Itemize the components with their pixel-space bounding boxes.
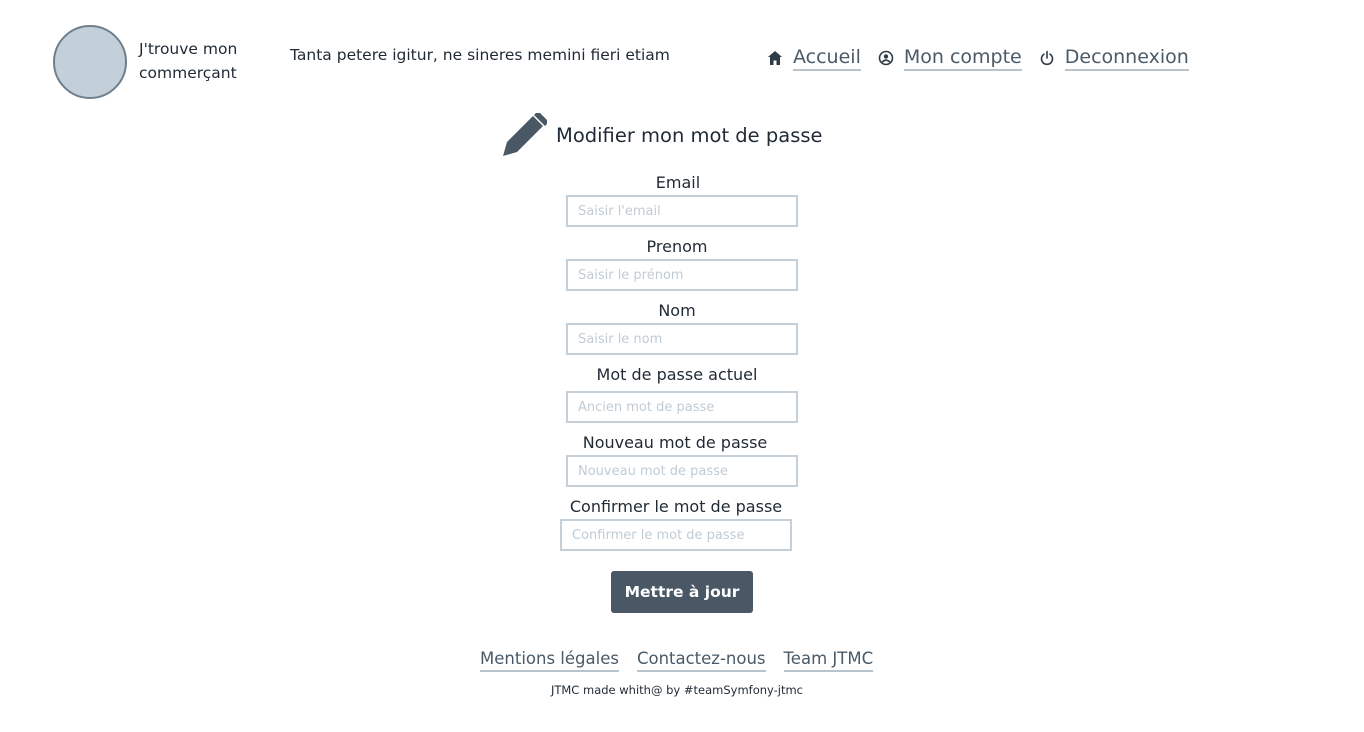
update-button[interactable]: Mettre à jour	[611, 571, 753, 613]
email-input[interactable]	[566, 195, 798, 227]
current-password-label: Mot de passe actuel	[596, 365, 758, 384]
confirm-password-field-group: Confirmer le mot de passe	[526, 496, 826, 551]
brand-name: J'trouve mon commerçant	[139, 40, 238, 82]
pencil-icon	[503, 113, 547, 156]
email-label: Email	[655, 173, 701, 192]
nom-field-group: Nom	[527, 300, 827, 355]
footer-credits: JTMC made whith@ by #teamSymfony-jtmc	[550, 683, 804, 697]
prenom-input[interactable]	[566, 259, 798, 291]
confirm-password-input[interactable]	[560, 519, 792, 551]
home-icon	[766, 49, 784, 67]
current-password-input[interactable]	[566, 391, 798, 423]
new-password-field-group: Nouveau mot de passe	[525, 432, 825, 487]
user-circle-icon	[877, 49, 895, 67]
logo[interactable]	[53, 25, 127, 99]
new-password-label: Nouveau mot de passe	[582, 433, 768, 452]
footer-link-contact[interactable]: Contactez-nous	[636, 648, 766, 672]
footer-link-team[interactable]: Team JTMC	[783, 648, 874, 672]
confirm-password-label: Confirmer le mot de passe	[569, 497, 783, 516]
nav-mon-compte[interactable]: Mon compte	[877, 45, 1022, 71]
page: J'trouve mon commerçant Tanta petere igi…	[0, 0, 1364, 732]
site-header: J'trouve mon commerçant Tanta petere igi…	[0, 0, 1364, 110]
form-title: Modifier mon mot de passe	[556, 123, 823, 147]
nav-deconnexion[interactable]: Deconnexion	[1038, 45, 1189, 71]
nom-input[interactable]	[566, 323, 798, 355]
tagline: Tanta petere igitur, ne sineres memini f…	[290, 46, 670, 64]
nav-accueil[interactable]: Accueil	[766, 45, 861, 71]
prenom-field-group: Prenom	[527, 236, 827, 291]
power-icon	[1038, 49, 1056, 67]
nav-accueil-label: Accueil	[793, 45, 861, 71]
prenom-label: Prenom	[646, 237, 708, 256]
nom-label: Nom	[658, 301, 696, 320]
nav-deconnexion-label: Deconnexion	[1064, 45, 1189, 71]
new-password-input[interactable]	[566, 455, 798, 487]
main-nav: Accueil Mon compte Deconnexion	[766, 44, 1189, 72]
form-heading: Modifier mon mot de passe	[502, 112, 823, 158]
current-password-field-group: Mot de passe actuel	[527, 364, 827, 423]
footer-link-mentions[interactable]: Mentions légales	[480, 648, 619, 672]
footer-links: Mentions légales Contactez-nous Team JTM…	[480, 647, 874, 673]
nav-mon-compte-label: Mon compte	[903, 45, 1022, 71]
email-field-group: Email	[528, 172, 828, 227]
